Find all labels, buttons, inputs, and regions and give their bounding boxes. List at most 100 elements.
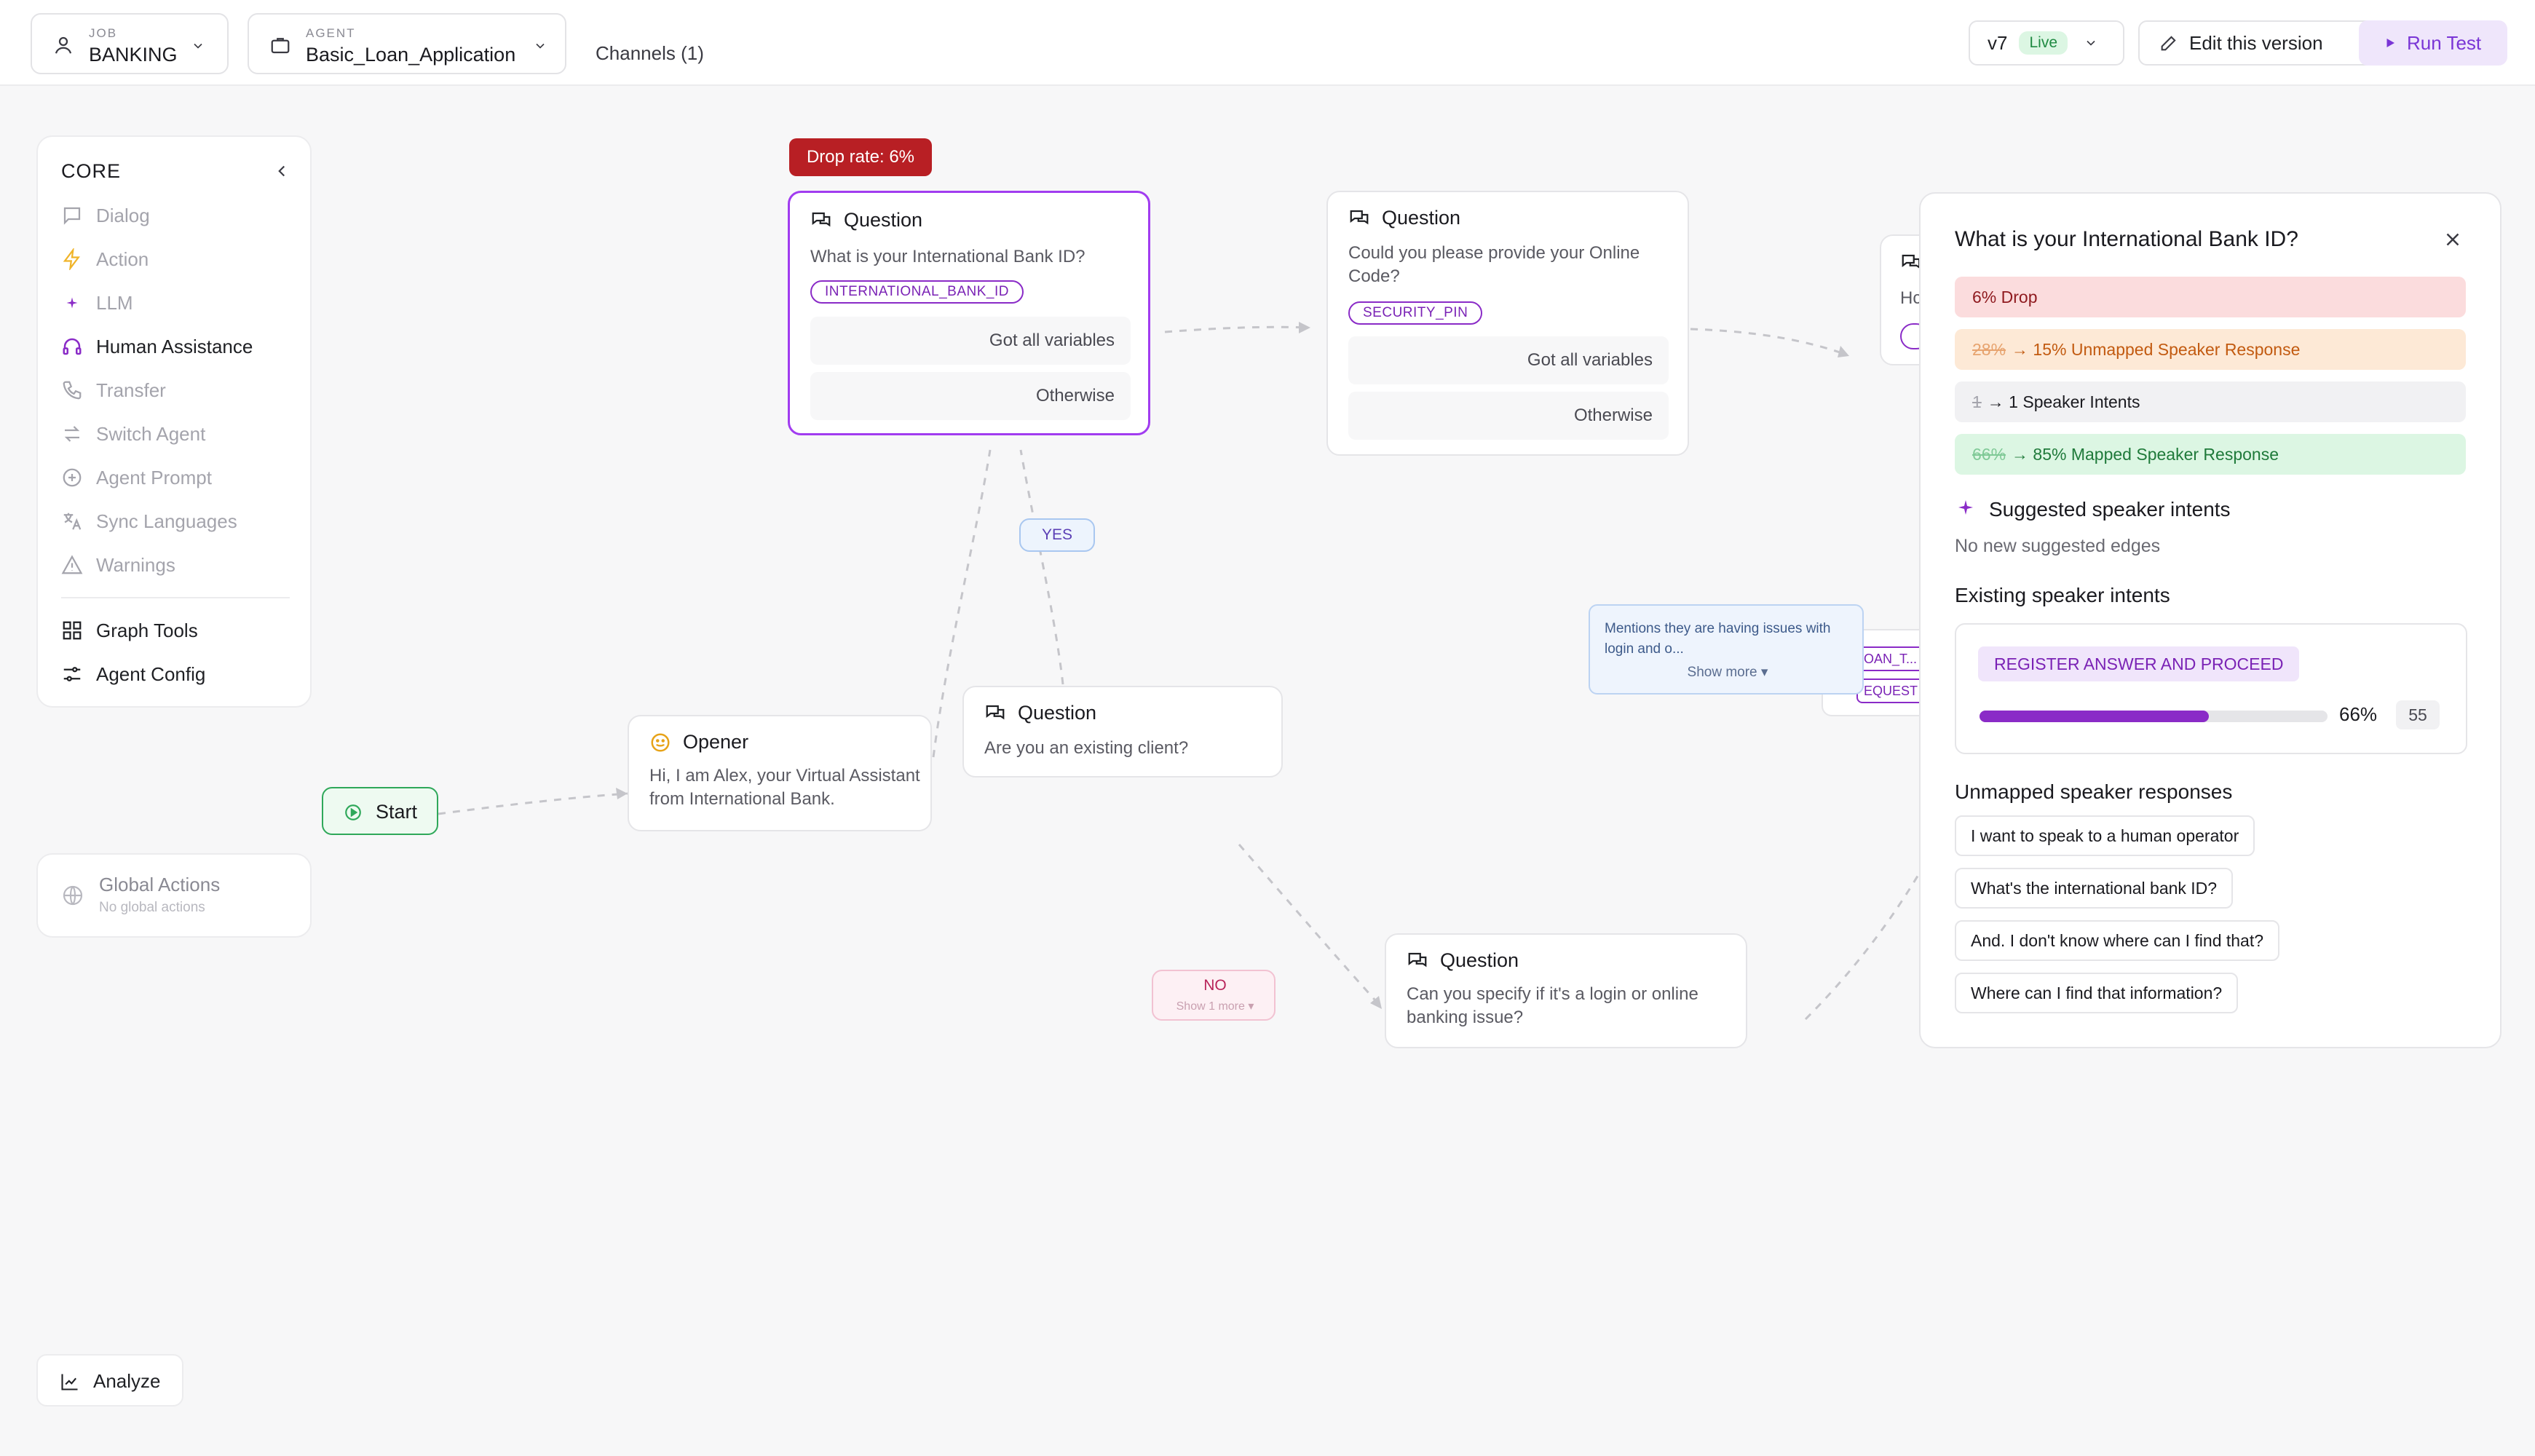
intent-percent: 66% — [2339, 703, 2378, 725]
intent-card[interactable]: REGISTER ANSWER AND PROCEED 66% 55 — [1955, 623, 2467, 754]
global-actions-subtitle: No global actions — [99, 900, 205, 915]
drop-stat: 6% Drop — [1955, 277, 2466, 317]
sidebar-item-sync-languages[interactable]: Sync Languages — [61, 505, 237, 537]
existing-title: Existing speaker intents — [1955, 584, 2170, 606]
sidebar-item-warnings[interactable]: Warnings — [61, 549, 175, 581]
sidebar-item-agent-prompt[interactable]: Agent Prompt — [61, 462, 212, 494]
start-node[interactable]: Start — [322, 787, 438, 835]
sparkle-icon — [1958, 500, 1973, 515]
node-title: Question — [1407, 949, 1519, 972]
unmapped-response[interactable]: I want to speak to a human operator — [1955, 815, 2255, 856]
node-text: What is your International Bank ID? — [810, 247, 1085, 266]
mentions-intent-card[interactable]: Mentions they are having issues with log… — [1589, 604, 1864, 695]
question-node-login-issue[interactable]: Question Can you specify if it's a login… — [1385, 933, 1747, 1048]
show-more-link[interactable]: Show more ▾ — [1590, 664, 1865, 681]
node-text: Hi, I am Alex, your Virtual Assistant fr… — [649, 766, 920, 809]
opener-node[interactable]: Opener Hi, I am Alex, your Virtual Assis… — [628, 715, 932, 831]
sparkle-icon — [66, 297, 78, 309]
no-edge-label[interactable]: NO Show 1 more ▾ — [1152, 970, 1276, 1021]
node-title: Question — [1348, 207, 1460, 229]
arrow-head — [1838, 346, 1849, 357]
phone-icon — [63, 381, 82, 400]
chat-bubbles-icon — [1408, 952, 1427, 967]
question-node-online-code[interactable]: Question Could you please provide your O… — [1326, 191, 1689, 456]
question-node-bank-id[interactable]: Question What is your International Bank… — [788, 191, 1150, 435]
unmapped-stat: 28% → 15% Unmapped Speaker Response — [1955, 329, 2466, 370]
edge-q2-q3 — [1690, 328, 1848, 357]
sidebar-item-switch-agent[interactable]: Switch Agent — [61, 418, 205, 450]
arrow-head — [1370, 996, 1382, 1009]
intent-progress — [1980, 711, 2328, 722]
analyze-label: Analyze — [93, 1370, 161, 1392]
global-actions-title: Global Actions — [99, 874, 221, 895]
arrow-head — [616, 788, 628, 799]
plus-circle-icon — [63, 468, 82, 487]
sidebar-item-label: Warnings — [96, 553, 175, 576]
chat-bubbles-icon — [1350, 210, 1369, 224]
lightning-icon — [63, 248, 80, 270]
output-otherwise[interactable]: Otherwise — [810, 372, 1131, 420]
intents-stat: 1 → 1 Speaker Intents — [1955, 381, 2466, 422]
unmapped-response[interactable]: And. I don't know where can I find that? — [1955, 920, 2280, 961]
partial-tag[interactable]: OAN_T... — [1856, 646, 1929, 671]
intent-name: REGISTER ANSWER AND PROCEED — [1978, 646, 2300, 681]
intent-count: 55 — [2396, 700, 2440, 729]
sidebar-item-label: Sync Languages — [96, 510, 237, 532]
drop-rate-badge: Drop rate: 6% — [789, 138, 932, 176]
translate-icon — [63, 513, 82, 530]
intent-progress-fill — [1980, 711, 2210, 722]
grid-icon — [63, 621, 82, 640]
chart-line-icon — [61, 1374, 78, 1390]
close-icon[interactable] — [2442, 229, 2464, 250]
yes-edge-label[interactable]: YES — [1019, 518, 1095, 552]
unmapped-title: Unmapped speaker responses — [1955, 780, 2233, 803]
sidebar-item-graph-tools[interactable]: Graph Tools — [61, 614, 198, 646]
mentions-text: Mentions they are having issues with log… — [1605, 621, 1831, 657]
sidebar-item-label: LLM — [96, 291, 133, 314]
start-label: Start — [376, 801, 418, 823]
message-icon — [63, 207, 81, 225]
node-text: Can you specify if it's a login or onlin… — [1407, 984, 1698, 1027]
analyze-button[interactable]: Analyze — [36, 1354, 183, 1406]
edge-yes — [1019, 449, 1064, 685]
output-got-all-variables[interactable]: Got all variables — [810, 317, 1131, 365]
sidebar-item-action[interactable]: Action — [61, 243, 149, 275]
smile-icon — [651, 733, 670, 751]
variable-tag[interactable]: SECURITY_PIN — [1348, 301, 1483, 325]
node-text: Could you please provide your Online Cod… — [1348, 243, 1640, 286]
unmapped-response[interactable]: What's the international bank ID? — [1955, 868, 2234, 909]
chat-bubbles-icon — [812, 212, 831, 226]
sidebar-item-transfer[interactable]: Transfer — [61, 374, 166, 406]
output-got-all-variables[interactable]: Got all variables — [1348, 336, 1669, 384]
sidebar-item-llm[interactable]: LLM — [61, 287, 133, 319]
sidebar-item-label: Switch Agent — [96, 422, 206, 445]
play-circle-icon — [345, 804, 361, 820]
partial-tag[interactable]: EQUEST — [1856, 678, 1929, 703]
swap-icon — [64, 426, 80, 442]
sliders-icon — [63, 667, 81, 681]
node-text: Are you an existing client? — [984, 738, 1189, 758]
sidebar-item-label: Human Assistance — [96, 335, 253, 357]
question-node-existing-client[interactable]: Question Are you an existing client? — [962, 686, 1283, 778]
show-more-link[interactable]: Show 1 more ▾ — [1153, 999, 1277, 1013]
arrow-head — [1299, 322, 1310, 333]
output-otherwise[interactable]: Otherwise — [1348, 392, 1669, 440]
variable-tag[interactable]: INTERNATIONAL_BANK_ID — [810, 280, 1024, 304]
core-panel: CORE Dialog Action LLM Human Assistance … — [36, 135, 312, 708]
divider — [61, 597, 290, 598]
node-title: Question — [984, 702, 1096, 724]
no-label: NO — [1203, 977, 1227, 994]
edge-q1-q2 — [1164, 325, 1308, 333]
sidebar-item-agent-config[interactable]: Agent Config — [61, 658, 205, 690]
node-title: Question — [810, 209, 922, 232]
global-actions-panel[interactable]: Global Actions No global actions — [36, 853, 312, 938]
sidebar-item-human-assistance[interactable]: Human Assistance — [61, 331, 253, 363]
warning-icon — [61, 555, 83, 574]
unmapped-response[interactable]: Where can I find that information? — [1955, 973, 2239, 1013]
sidebar-item-dialog[interactable]: Dialog — [61, 199, 150, 232]
edge-start-opener — [438, 792, 628, 815]
chevron-left-icon[interactable] — [272, 162, 291, 181]
sidebar-item-label: Action — [96, 248, 149, 270]
edge-login-right — [1804, 873, 1921, 1021]
sidebar-item-label: Agent Config — [96, 662, 206, 685]
